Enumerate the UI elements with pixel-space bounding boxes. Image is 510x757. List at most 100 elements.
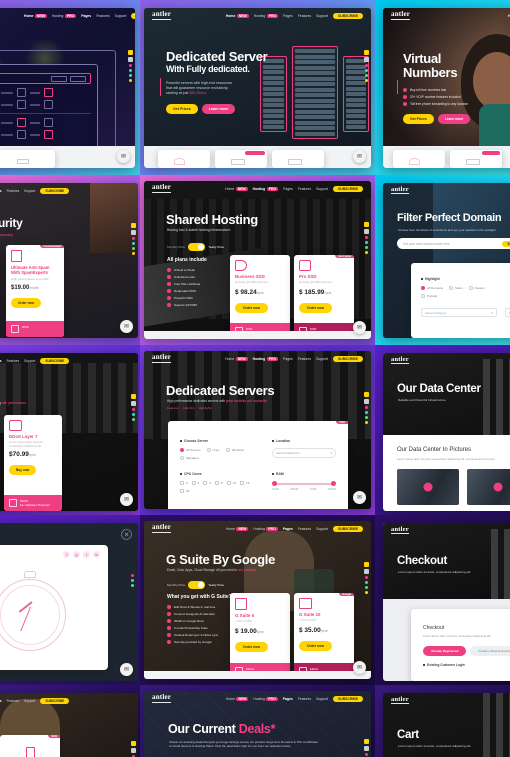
preview-cell-gsuite[interactable]: antler Home NEW Hosting PRO Pages Features… bbox=[140, 515, 375, 685]
floatie-square-gray[interactable] bbox=[364, 746, 369, 751]
preview-cell-data-center[interactable]: antler HomeNEW HostingPRO Our Data Cente… bbox=[375, 345, 510, 515]
price-card-ddos-l7[interactable]: DDoS Layer 7 Lorem ipsum dolor sit amet,… bbox=[4, 415, 62, 511]
nav-item-support[interactable]: Support bbox=[24, 189, 35, 193]
floatie-square-yellow[interactable] bbox=[131, 223, 136, 229]
site-preview-cpanel[interactable]: Home NEW Hosting PRO Pages Features Suppor… bbox=[0, 8, 135, 168]
floatie-dot-green[interactable] bbox=[365, 246, 368, 250]
side-floaties[interactable] bbox=[364, 222, 369, 255]
nav-items[interactable]: Home NEW Hosting PRO Pages Features Suppor… bbox=[226, 695, 363, 702]
site-preview-gsuite[interactable]: antler Home NEW Hosting PRO Pages Features… bbox=[144, 521, 371, 679]
checkbox-cpu-2[interactable]: 2 bbox=[180, 481, 188, 485]
google-icon[interactable]: g bbox=[73, 551, 80, 558]
site-preview-checkout[interactable]: antler HomeNEW HostingPRO Checkout Lorem… bbox=[383, 523, 510, 681]
floatie-square-gray[interactable] bbox=[364, 569, 369, 575]
floatie-square-yellow[interactable] bbox=[364, 222, 369, 228]
logo[interactable]: antler bbox=[391, 526, 409, 535]
nav-item-support[interactable]: Support bbox=[115, 14, 127, 18]
nav-items[interactable]: Home NEW Hosting PRO Pages Features Suppor… bbox=[24, 12, 135, 19]
site-preview-shared-hosting[interactable]: antler Home NEW Hosting PRO Pages Features… bbox=[144, 181, 371, 339]
buy-now-button[interactable]: Buy now bbox=[9, 465, 37, 476]
floatie-dot-yellow[interactable] bbox=[129, 78, 132, 82]
site-preview-ddos[interactable]: NEW HostingPRO Pages Features Support SU… bbox=[0, 353, 138, 511]
preview-cell-dedicated-server[interactable]: antler Home NEW Hosting PRO Pages Features… bbox=[140, 0, 375, 175]
preview-cell-virtual-numbers[interactable]: antler HomeNEW HostingPRO Pages Virtual … bbox=[375, 0, 510, 175]
site-nav[interactable]: antler HomeNEW HostingPRO bbox=[383, 523, 510, 538]
already-registered-button[interactable]: Already Registered bbox=[423, 646, 467, 656]
social-links[interactable]: f g t in bbox=[63, 551, 100, 558]
twitter-icon[interactable]: t bbox=[83, 551, 90, 558]
toggle-switch[interactable] bbox=[188, 243, 206, 251]
toggle-switch[interactable] bbox=[188, 581, 206, 589]
floatie-square-gray[interactable] bbox=[128, 56, 133, 62]
nav-items[interactable]: Home NEW Hosting PRO Pages Features Suppor… bbox=[226, 525, 363, 532]
link-addons[interactable]: Add-Ons bbox=[183, 406, 195, 410]
coming-soon-card[interactable]: f g t in d something awesome Notify me bbox=[0, 545, 108, 670]
site-preview-data-center[interactable]: antler HomeNEW HostingPRO Our Data Cente… bbox=[383, 353, 510, 511]
create-account-button[interactable]: Create a New Account bbox=[470, 646, 510, 656]
nav-item-support[interactable]: Support bbox=[316, 697, 328, 701]
logo[interactable]: antler bbox=[391, 356, 409, 365]
floatie-square-gray[interactable] bbox=[364, 56, 369, 62]
side-floaties[interactable] bbox=[131, 223, 136, 256]
nav-item-pages[interactable]: Pages bbox=[283, 187, 293, 191]
select-extension[interactable]: Extension ▾ bbox=[505, 308, 510, 317]
order-now-button[interactable]: Order now bbox=[235, 641, 268, 652]
hero-cta-group[interactable]: Get Prices Learn more bbox=[166, 104, 236, 114]
nav-items[interactable]: Home NEW Hosting PRO Pages Features Suppor… bbox=[226, 12, 363, 19]
instagram-icon[interactable]: in bbox=[93, 551, 100, 558]
floatie-square-yellow[interactable] bbox=[128, 49, 133, 55]
floatie-dot-pink[interactable] bbox=[131, 573, 134, 577]
play-icon[interactable] bbox=[493, 482, 503, 492]
logo[interactable]: antler bbox=[152, 693, 172, 703]
floatie-square-gray[interactable] bbox=[364, 229, 369, 235]
site-preview-stats[interactable]: NEW HostingPRO Pages Features Support SU… bbox=[0, 693, 138, 757]
nav-items[interactable]: NEW HostingPRO Pages Features Support SU… bbox=[0, 697, 70, 704]
get-prices-button[interactable]: Get Prices bbox=[166, 104, 198, 114]
logo[interactable]: antler bbox=[152, 353, 172, 363]
nav-item-pages[interactable]: Pages bbox=[0, 699, 2, 703]
site-nav[interactable]: antler HomeNEW HostingPRO Pages bbox=[383, 8, 510, 23]
site-preview-coming-soon[interactable]: ✕ f g t in d something awesome Notify me bbox=[0, 523, 138, 681]
floatie-square-gray[interactable] bbox=[131, 401, 136, 407]
nav-item-hosting[interactable]: Hosting PRO bbox=[253, 356, 279, 361]
side-floaties[interactable] bbox=[364, 739, 369, 757]
play-icon[interactable] bbox=[423, 482, 433, 492]
floatie-dot-pink[interactable] bbox=[132, 408, 135, 412]
preview-cell-checkout[interactable]: antler HomeNEW HostingPRO Checkout Lorem… bbox=[375, 515, 510, 685]
search-button[interactable]: Search bbox=[502, 240, 510, 247]
nav-item-pages[interactable]: Pages bbox=[283, 527, 293, 531]
floatie-dot-cyan[interactable] bbox=[365, 411, 368, 415]
floatie-square-gray[interactable] bbox=[364, 399, 369, 405]
preview-cell-cpanel[interactable]: Home NEW Hosting PRO Pages Features Suppor… bbox=[0, 0, 140, 175]
order-now-button[interactable]: Order now bbox=[299, 640, 332, 651]
preview-cell-coming-soon[interactable]: ✕ f g t in d something awesome Notify me bbox=[0, 515, 140, 685]
mail-fab-icon[interactable]: ✉ bbox=[353, 321, 366, 334]
radio-managed[interactable]: Managed bbox=[180, 456, 258, 460]
nav-item-pages[interactable]: Pages bbox=[81, 14, 91, 18]
side-floaties[interactable] bbox=[364, 49, 369, 82]
side-floaties[interactable] bbox=[131, 741, 136, 757]
checkbox-cpu-16[interactable]: 16 bbox=[240, 481, 249, 485]
logo[interactable]: antler bbox=[391, 10, 411, 20]
price-card-ultimate[interactable]: recommended Ultimate Anti-Spam With Spam… bbox=[6, 245, 64, 337]
nav-item-hosting[interactable]: Hosting PRO bbox=[253, 186, 279, 191]
logo[interactable]: antler bbox=[152, 183, 172, 193]
side-floaties[interactable] bbox=[364, 392, 369, 425]
floatie-square-yellow[interactable] bbox=[131, 741, 136, 746]
slider-handle-max[interactable] bbox=[331, 481, 336, 486]
radio-popular[interactable]: Popular bbox=[421, 294, 491, 298]
floatie-dot-cyan[interactable] bbox=[132, 242, 135, 246]
site-nav[interactable]: antler Home NEW Hosting PRO Pages Features… bbox=[144, 181, 371, 196]
domain-filter-panel[interactable]: Highlight All Domains Sales Newest Popul… bbox=[411, 263, 510, 338]
mail-fab-icon[interactable]: ✉ bbox=[120, 493, 133, 506]
learn-more-button[interactable]: Learn more bbox=[437, 114, 471, 124]
nav-item-pages[interactable]: Pages bbox=[283, 697, 293, 701]
floatie-dot-cyan[interactable] bbox=[132, 413, 135, 417]
floatie-square-yellow[interactable] bbox=[364, 49, 369, 55]
site-nav[interactable]: antler Home NEW Hosting PRO Pages Features… bbox=[144, 351, 371, 366]
ram-slider[interactable] bbox=[272, 481, 336, 486]
site-preview-dedicated-servers-filter[interactable]: antler Home NEW Hosting PRO Pages Features… bbox=[144, 351, 371, 509]
subscribe-button[interactable]: SUBSCRIBE bbox=[333, 185, 363, 192]
site-nav[interactable]: antler Home NEW Hosting PRO Pages Features… bbox=[144, 521, 371, 536]
site-preview-dedicated-server[interactable]: antler Home NEW Hosting PRO Pages Features… bbox=[144, 8, 371, 168]
